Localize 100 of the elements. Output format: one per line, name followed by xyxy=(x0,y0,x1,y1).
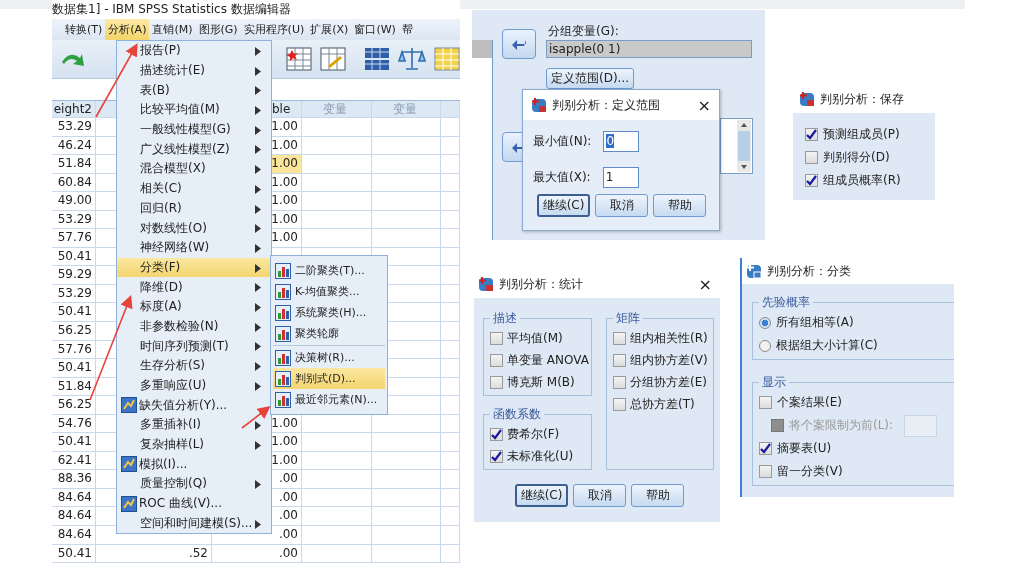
menu-item[interactable]: 标度(A) xyxy=(117,296,271,317)
dialog-title: 判别分析：统计 xyxy=(499,275,583,293)
dialog-title: 判别分析：定义范围 xyxy=(552,96,660,114)
app-icon xyxy=(531,97,547,113)
move-button[interactable] xyxy=(502,29,536,59)
bar-chart-icon xyxy=(275,325,291,342)
checkbox[interactable] xyxy=(805,151,818,164)
menu-item[interactable]: K-均值聚类... xyxy=(273,281,385,302)
group-title: 函数系数 xyxy=(492,406,542,423)
checkbox-label: 分组协方差(E) xyxy=(630,373,707,391)
column-header: 变量 xyxy=(302,101,372,117)
close-button[interactable]: × xyxy=(698,274,712,294)
menu-item[interactable]: 二阶聚类(T)... xyxy=(273,260,385,281)
checkbox[interactable] xyxy=(805,174,818,187)
checkbox[interactable] xyxy=(490,427,503,441)
menu-item[interactable]: 报告(P) xyxy=(117,41,271,61)
menu-bar-item[interactable]: 转换(T) xyxy=(62,19,106,40)
checkbox-label: 留一分类(V) xyxy=(777,463,843,480)
menu-item[interactable]: 系统聚类(H)... xyxy=(273,302,385,323)
menu-bar-item[interactable]: 直销(M) xyxy=(149,19,196,40)
checkbox[interactable] xyxy=(613,331,626,345)
menu-bar-item[interactable]: 窗口(W) xyxy=(351,19,399,40)
table-icon[interactable] xyxy=(320,46,346,72)
group-title: 描述 xyxy=(492,310,518,327)
menu-item[interactable]: 表(B) xyxy=(117,80,271,101)
dialog-button[interactable]: 取消 xyxy=(595,194,648,217)
balance-scale-icon[interactable] xyxy=(398,46,426,72)
menu-item[interactable]: 时间序列预测(T) xyxy=(117,336,271,356)
checkbox-label: 费希尔(F) xyxy=(507,425,560,443)
group-title: 矩阵 xyxy=(615,310,641,327)
annotation-arrow xyxy=(241,406,271,429)
menu-item[interactable]: 缺失值分析(Y)... xyxy=(117,395,271,416)
table-cell: 88.36 xyxy=(52,470,96,488)
menu-item[interactable]: 非参数检验(N) xyxy=(117,316,271,337)
list-box[interactable] xyxy=(720,118,753,174)
menu-bar-item[interactable]: 扩展(X) xyxy=(307,19,352,40)
table-cell: 51.84 xyxy=(52,155,96,173)
table-icon[interactable] xyxy=(286,46,312,72)
checkbox[interactable] xyxy=(759,396,772,409)
table-cell: 56.25 xyxy=(52,322,96,340)
dialog-button[interactable]: 继续(C) xyxy=(537,194,590,217)
input-field[interactable]: 0 xyxy=(603,130,640,152)
radio-button[interactable] xyxy=(759,316,771,329)
menu-item[interactable]: 多重响应(U) xyxy=(117,375,271,396)
dialog-button[interactable]: 帮助 xyxy=(653,194,706,217)
menu-bar-item[interactable]: 分析(A) xyxy=(105,19,150,40)
checkbox-label: 未标准化(U) xyxy=(507,447,574,465)
menu-item[interactable]: 描述统计(E) xyxy=(117,60,271,81)
checkbox[interactable] xyxy=(490,449,503,463)
menu-bar-item[interactable]: 帮 xyxy=(398,19,416,40)
table-cell: 50.41 xyxy=(52,544,96,563)
table-cell: 84.64 xyxy=(52,488,96,507)
checkbox[interactable] xyxy=(759,465,772,478)
dialog-title: 判别分析：保存 xyxy=(820,90,904,108)
chart-icon xyxy=(121,456,137,473)
dialog-button[interactable]: 继续(C) xyxy=(515,484,568,507)
radio-button[interactable] xyxy=(759,339,771,352)
menu-item[interactable]: 生存分析(S) xyxy=(117,356,271,376)
menu-bar-item[interactable]: 图形(G) xyxy=(195,19,241,40)
menu-item[interactable]: 最近邻元素(N)... xyxy=(273,389,385,410)
table-cell: 84.64 xyxy=(52,507,96,526)
table-cell: 50.41 xyxy=(52,247,96,266)
checkbox-label: 摘要表(U) xyxy=(777,440,832,457)
table-cell: 50.41 xyxy=(52,359,96,377)
checkbox[interactable] xyxy=(490,331,503,345)
checkbox-label: 博克斯 M(B) xyxy=(507,373,575,391)
table-cell: 50.41 xyxy=(52,433,96,451)
field-label: 分组变量(G): xyxy=(548,23,619,40)
checkbox[interactable] xyxy=(613,397,626,411)
checkbox[interactable] xyxy=(759,442,772,455)
column-header: 变量 xyxy=(372,101,441,117)
close-button[interactable]: × xyxy=(697,95,711,115)
checkbox[interactable] xyxy=(613,353,626,367)
dialog-button[interactable]: 取消 xyxy=(573,484,626,507)
group-title: 显示 xyxy=(761,374,787,391)
menu-item[interactable]: 降维(D) xyxy=(117,277,271,297)
input-field[interactable] xyxy=(904,414,938,437)
checkbox-label: 组内相关性(R) xyxy=(630,329,708,347)
checkbox[interactable] xyxy=(490,375,503,389)
checkbox[interactable] xyxy=(805,128,818,141)
define-range-button[interactable]: 定义范围(D)... xyxy=(546,68,634,89)
checkbox-label: 总协方差(T) xyxy=(630,395,695,413)
checkbox[interactable] xyxy=(613,375,626,389)
menu-item[interactable]: 决策树(R)... xyxy=(273,347,385,368)
menu-bar-item[interactable]: 实用程序(U) xyxy=(240,19,308,40)
group-title: 先验概率 xyxy=(761,294,811,311)
table-cell: 62.41 xyxy=(52,451,96,470)
menu-item[interactable]: 聚类轮廓 xyxy=(273,323,385,344)
bar-chart-icon xyxy=(275,349,291,366)
menu-item[interactable]: 判别式(D)... xyxy=(273,368,385,389)
table-cell: 53.29 xyxy=(52,284,96,303)
dialog-button[interactable]: 帮助 xyxy=(631,484,684,507)
checkbox[interactable] xyxy=(490,353,503,367)
app-icon xyxy=(799,91,815,107)
menu-item[interactable]: 分类(F) xyxy=(117,257,271,278)
checkbox-label: 预测组成员(P) xyxy=(823,126,900,143)
input-field[interactable]: 1 xyxy=(602,166,639,188)
column-header: eight2 xyxy=(52,101,96,117)
field-label: 最小值(N): xyxy=(533,132,592,150)
grouping-variable-field[interactable]: isapple(0 1) xyxy=(546,40,752,58)
